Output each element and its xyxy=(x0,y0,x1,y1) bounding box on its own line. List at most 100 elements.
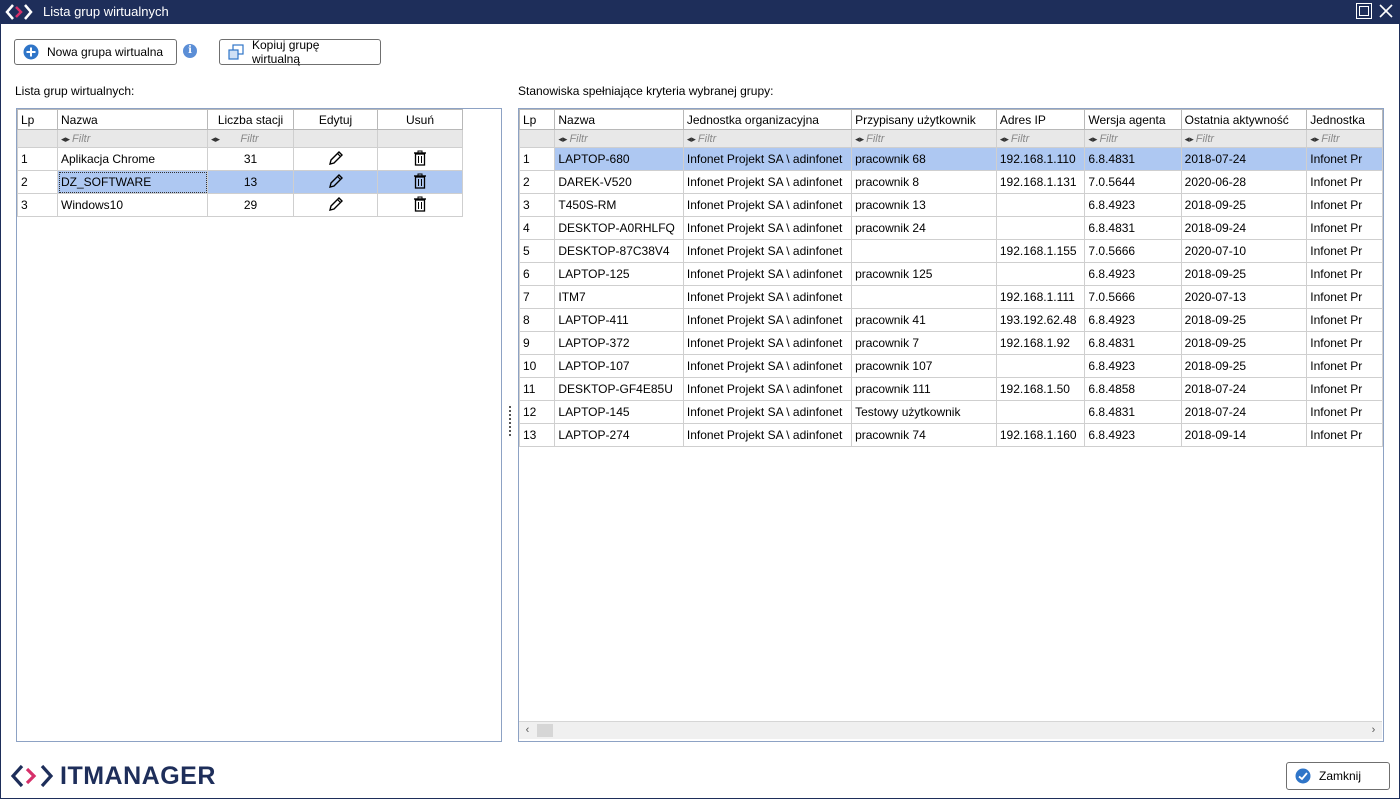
column-header-lp[interactable]: Lp xyxy=(519,109,556,130)
cell-wersja-agenta: 6.8.4923 xyxy=(1084,354,1182,378)
cell-nazwa: LAPTOP-680 xyxy=(554,147,684,171)
edit-cell[interactable] xyxy=(293,147,378,171)
cell-uzytkownik: Testowy użytkownik xyxy=(851,400,997,424)
cell-lp: 4 xyxy=(519,216,556,240)
scroll-thumb[interactable] xyxy=(537,724,553,737)
table-row[interactable]: 13 LAPTOP-274 Infonet Projekt SA \ adinfon… xyxy=(519,423,1383,447)
column-header-nazwa[interactable]: Nazwa xyxy=(554,109,684,130)
table-row[interactable]: 7 ITM7 Infonet Projekt SA \ adinfonet 192.1… xyxy=(519,285,1383,309)
new-group-label: Nowa grupa wirtualna xyxy=(47,45,164,59)
group-name: Windows10 xyxy=(57,193,208,217)
filter-cell-nazwa[interactable]: ◂▸ Filtr xyxy=(554,129,684,148)
filter-cell-liczba[interactable]: ◂▸ Filtr xyxy=(207,129,294,148)
close-window-button[interactable] xyxy=(1378,3,1394,19)
column-header-usun[interactable]: Usuń xyxy=(377,109,463,130)
trash-icon[interactable] xyxy=(412,150,428,166)
new-group-button[interactable]: Nowa grupa wirtualna xyxy=(14,39,177,65)
cell-ostatnia-aktywnosc: 2018-09-25 xyxy=(1180,354,1308,378)
scroll-right-arrow-icon[interactable]: › xyxy=(1365,722,1382,739)
column-header-lp[interactable]: Lp xyxy=(17,109,58,130)
scroll-left-arrow-icon[interactable]: ‹ xyxy=(519,722,536,739)
cell-wersja-agenta: 6.8.4923 xyxy=(1084,423,1182,447)
table-row[interactable]: 3 T450S-RM Infonet Projekt SA \ adinfonet p… xyxy=(519,193,1383,217)
column-header-liczba-stacji[interactable]: Liczba stacji xyxy=(207,109,294,130)
cell-jednostka: Infonet Projekt SA \ adinfonet xyxy=(682,216,853,240)
trash-icon[interactable] xyxy=(412,196,428,212)
filter-cell-wersja-agenta[interactable]: ◂▸ Filtr xyxy=(1084,129,1182,148)
cell-jednostka: Infonet Projekt SA \ adinfonet xyxy=(682,170,853,194)
table-row[interactable]: 3 Windows10 29 xyxy=(17,193,463,217)
delete-cell[interactable] xyxy=(377,170,463,194)
cell-nazwa: DESKTOP-GF4E85U xyxy=(554,377,684,401)
station-count: 13 xyxy=(207,170,294,194)
cell-nazwa: LAPTOP-125 xyxy=(554,262,684,286)
pencil-icon[interactable] xyxy=(328,150,344,166)
column-header-uzytkownik[interactable]: Przypisany użytkownik xyxy=(851,109,997,130)
cell-nazwa: LAPTOP-411 xyxy=(554,308,684,332)
maximize-button[interactable] xyxy=(1356,3,1372,19)
group-name: DZ_SOFTWARE xyxy=(57,170,208,194)
cell-adres-ip xyxy=(995,262,1086,286)
cell-jednostka-2: Infonet Pr xyxy=(1306,400,1383,424)
edit-cell[interactable] xyxy=(293,193,378,217)
cell-uzytkownik: pracownik 7 xyxy=(851,331,997,355)
filter-cell-ostatnia-aktywnosc[interactable]: ◂▸ Filtr xyxy=(1180,129,1308,148)
cell-nazwa: DESKTOP-87C38V4 xyxy=(554,239,684,263)
table-row-selected[interactable]: 1 LAPTOP-680 Infonet Projekt SA \ adinfone… xyxy=(519,147,1383,171)
table-row[interactable]: 1 Aplikacja Chrome 31 xyxy=(17,147,463,171)
table-row[interactable]: 2 DAREK-V520 Infonet Projekt SA \ adinfone… xyxy=(519,170,1383,194)
copy-group-button[interactable]: Kopiuj grupę wirtualną xyxy=(219,38,381,66)
column-header-adres-ip[interactable]: Adres IP xyxy=(995,109,1086,130)
cell-lp: 12 xyxy=(519,400,556,424)
cell-nazwa: T450S-RM xyxy=(554,193,684,217)
pencil-icon[interactable] xyxy=(328,196,344,212)
horizontal-scrollbar[interactable]: ‹ › xyxy=(519,721,1382,739)
column-header-ostatnia-aktywnosc[interactable]: Ostatnia aktywność xyxy=(1180,109,1308,130)
filter-cell-nazwa[interactable]: ◂▸ Filtr xyxy=(57,129,208,148)
filter-cell-jednostka[interactable]: ◂▸ Filtr xyxy=(682,129,853,148)
brand-wordmark: ITMANAGER xyxy=(60,762,216,791)
table-row[interactable]: 6 LAPTOP-125 Infonet Projekt SA \ adinfone… xyxy=(519,262,1383,286)
filter-cell-jednostka-2[interactable]: ◂▸ Filtr xyxy=(1306,129,1383,148)
cell-jednostka: Infonet Projekt SA \ adinfonet xyxy=(682,423,853,447)
cell-adres-ip: 192.168.1.155 xyxy=(995,239,1086,263)
panel-splitter[interactable] xyxy=(508,108,512,742)
cell-jednostka-2: Infonet Pr xyxy=(1306,308,1383,332)
cell-jednostka: Infonet Projekt SA \ adinfonet xyxy=(682,354,853,378)
delete-cell[interactable] xyxy=(377,147,463,171)
cell-ostatnia-aktywnosc: 2018-07-24 xyxy=(1180,377,1308,401)
cell-lp: 8 xyxy=(519,308,556,332)
trash-icon[interactable] xyxy=(412,173,428,189)
filter-placeholder: Filtr xyxy=(1321,132,1340,145)
copy-group-label: Kopiuj grupę wirtualną xyxy=(252,38,320,66)
row-lp: 2 xyxy=(17,170,58,194)
table-row[interactable]: 10 LAPTOP-107 Infonet Projekt SA \ adinfon… xyxy=(519,354,1383,378)
pencil-icon[interactable] xyxy=(328,173,344,189)
cell-wersja-agenta: 6.8.4831 xyxy=(1084,400,1182,424)
column-header-jednostka[interactable]: Jednostka organizacyjna xyxy=(682,109,853,130)
filter-placeholder: Filtr xyxy=(240,132,259,145)
column-header-nazwa[interactable]: Nazwa xyxy=(57,109,208,130)
group-name: Aplikacja Chrome xyxy=(57,147,208,171)
itmanager-logo-icon xyxy=(5,4,33,20)
cell-uzytkownik: pracownik 41 xyxy=(851,308,997,332)
column-header-edytuj[interactable]: Edytuj xyxy=(293,109,378,130)
column-header-wersja-agenta[interactable]: Wersja agenta xyxy=(1084,109,1182,130)
table-row[interactable]: 11 DESKTOP-GF4E85U Infonet Projekt SA \ ad… xyxy=(519,377,1383,401)
filter-cell-adres-ip[interactable]: ◂▸ Filtr xyxy=(995,129,1086,148)
table-row[interactable]: 4 DESKTOP-A0RHLFQ Infonet Projekt SA \ adi… xyxy=(519,216,1383,240)
filter-arrows-icon: ◂▸ xyxy=(558,133,568,144)
table-row[interactable]: 9 LAPTOP-372 Infonet Projekt SA \ adinfone… xyxy=(519,331,1383,355)
close-dialog-button[interactable]: Zamknij xyxy=(1286,762,1390,790)
table-row-selected[interactable]: 2 DZ_SOFTWARE 13 xyxy=(17,170,463,194)
table-row[interactable]: 12 LAPTOP-145 Infonet Projekt SA \ adinfon… xyxy=(519,400,1383,424)
column-header-jednostka-2[interactable]: Jednostka xyxy=(1306,109,1383,130)
delete-cell[interactable] xyxy=(377,193,463,217)
info-icon[interactable]: i xyxy=(183,44,197,58)
edit-cell[interactable] xyxy=(293,170,378,194)
filter-cell-uzytkownik[interactable]: ◂▸ Filtr xyxy=(851,129,997,148)
table-row[interactable]: 8 LAPTOP-411 Infonet Projekt SA \ adinfone… xyxy=(519,308,1383,332)
filter-cell-usun xyxy=(377,129,463,148)
filter-arrows-icon: ◂▸ xyxy=(1310,133,1320,144)
table-row[interactable]: 5 DESKTOP-87C38V4 Infonet Projekt SA \ adi… xyxy=(519,239,1383,263)
